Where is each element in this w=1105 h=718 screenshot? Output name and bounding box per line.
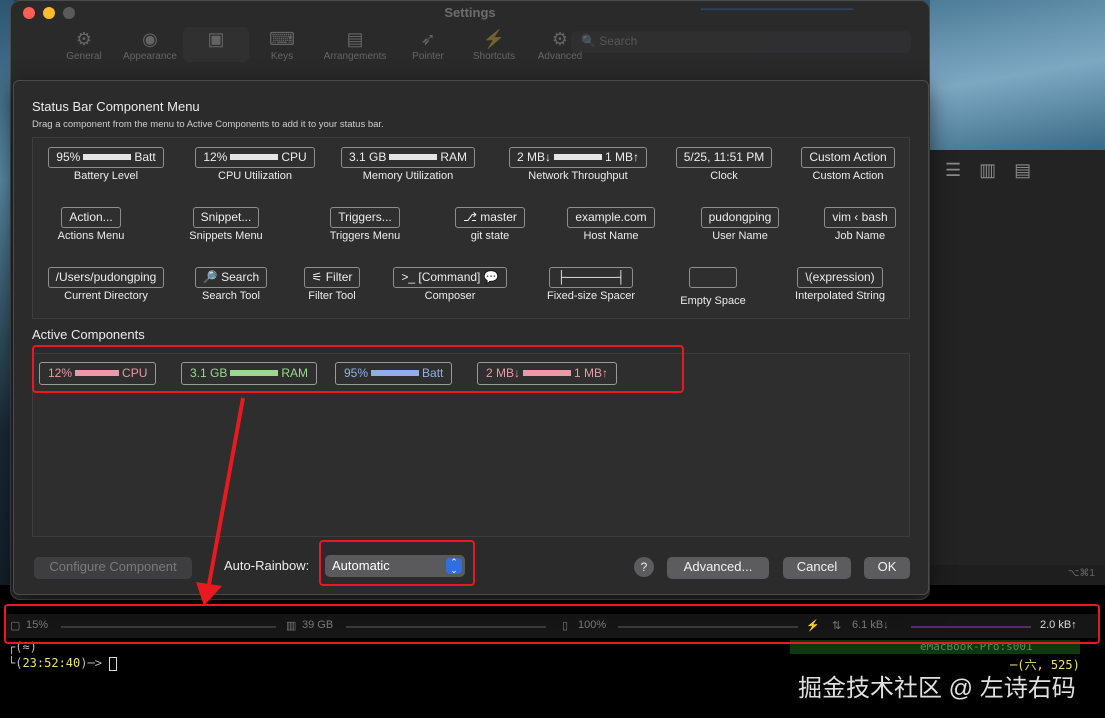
red-arrow-icon xyxy=(196,397,245,606)
